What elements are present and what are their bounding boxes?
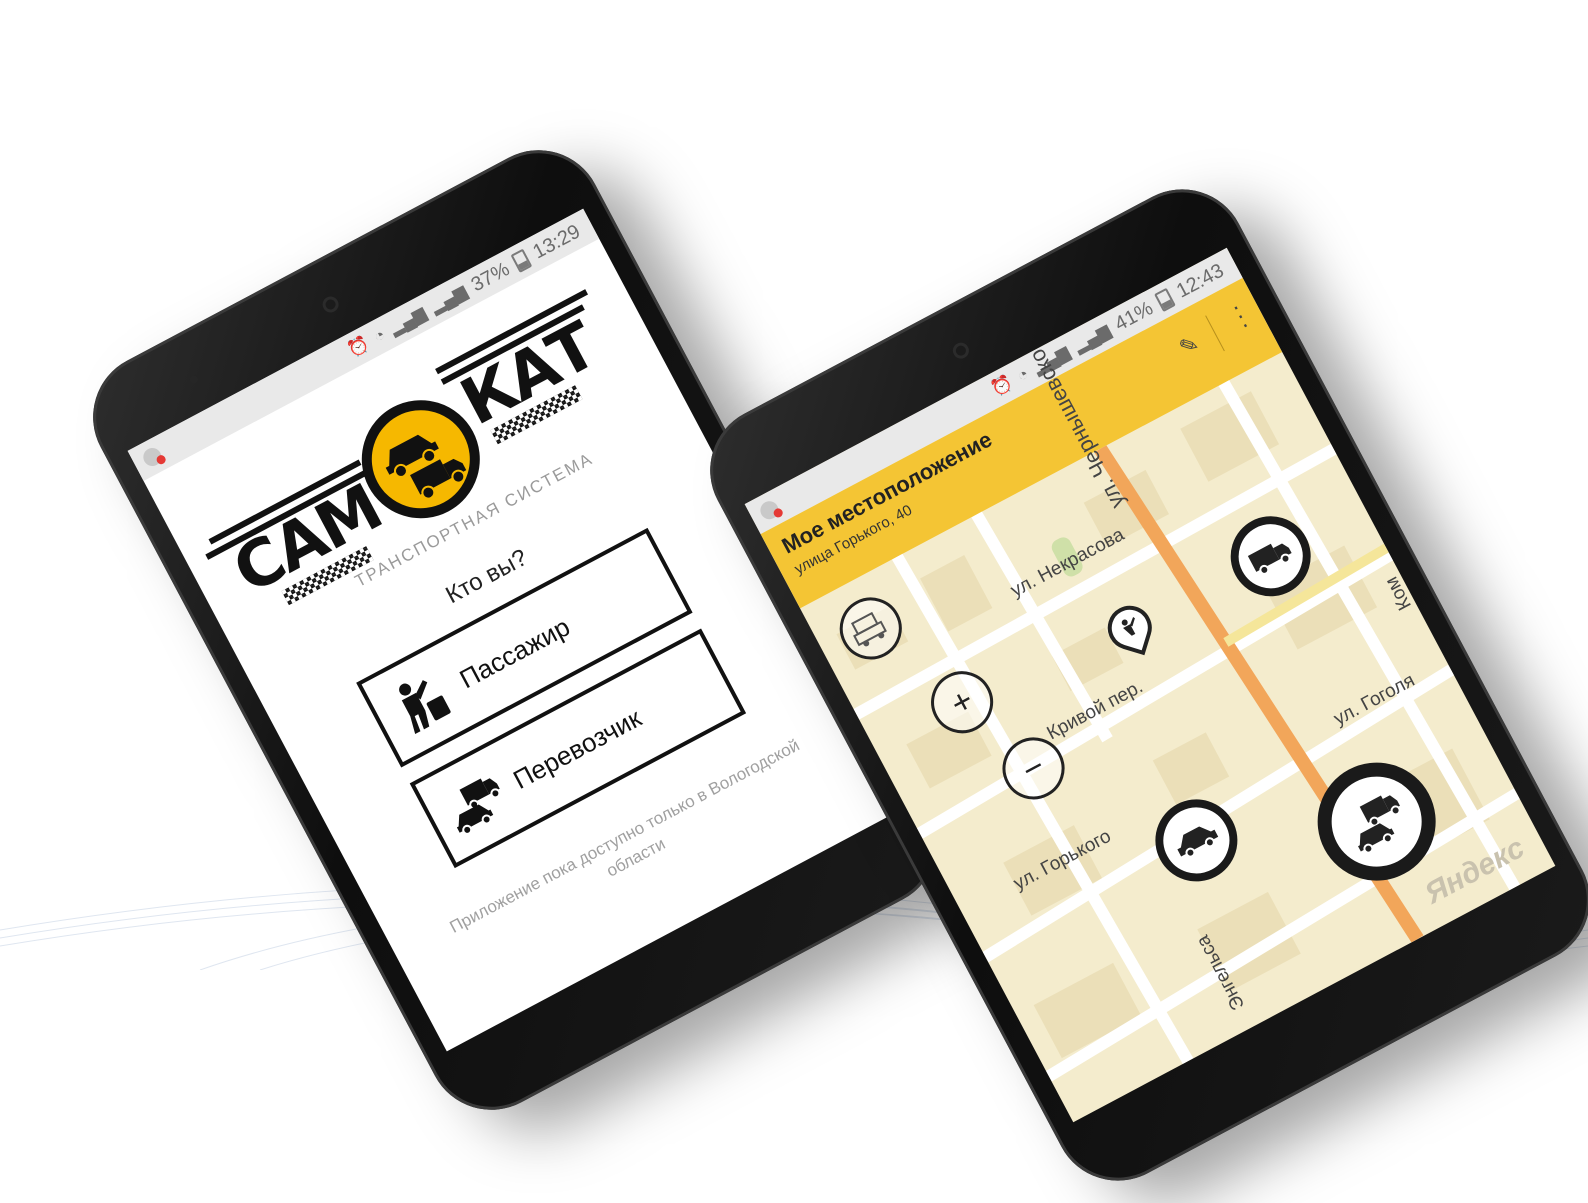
map-screen: ⏰ ◔ ▂▄▆ ▂▄▆ 41% 12:43 Мое местоположение… — [744, 247, 1556, 1123]
zoom-in-icon: + — [944, 680, 980, 724]
battery-icon — [1154, 287, 1176, 313]
app-notification-icon — [757, 498, 782, 523]
passenger-label: Пассажир — [454, 610, 575, 694]
signal-icon: ▂▄▆ — [386, 303, 430, 338]
car-icon — [1177, 826, 1219, 858]
truck-icon — [1247, 543, 1292, 575]
alarm-icon: ⏰ — [344, 333, 373, 361]
hitchhiker-icon — [1121, 616, 1136, 636]
battery-percent: 37% — [467, 257, 514, 296]
clock: 13:29 — [529, 220, 584, 264]
app-notification-icon — [140, 444, 165, 470]
battery-icon — [510, 248, 533, 273]
zoom-out-icon: − — [1015, 746, 1051, 790]
front-camera — [950, 339, 972, 362]
wifi-icon: ◔ — [370, 324, 389, 347]
vehicles-filter-icon — [850, 611, 887, 647]
alarm-icon: ⏰ — [988, 372, 1016, 400]
car-truck-emblem-icon — [385, 434, 467, 500]
front-camera — [319, 293, 342, 316]
proximity-sensor — [188, 374, 200, 385]
car-truck-icon — [1358, 795, 1401, 854]
carrier-label: Перевозчик — [507, 702, 646, 795]
signal-icon-2: ▂▄▆ — [427, 281, 470, 317]
phone-right: ⏰ ◔ ▂▄▆ ▂▄▆ 41% 12:43 Мое местоположение… — [687, 166, 1588, 1203]
